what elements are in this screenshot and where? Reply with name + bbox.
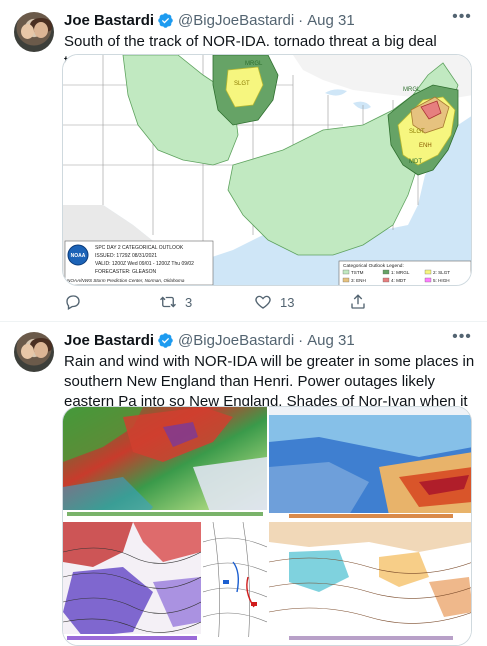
label-slgt-north: SLGT — [234, 81, 250, 87]
tweet-date[interactable]: Aug 31 — [307, 12, 355, 29]
media-image-4[interactable] — [203, 522, 267, 646]
heart-icon — [255, 295, 271, 309]
tweet-1[interactable]: Joe Bastardi @BigJoeBastardi · Aug 31 ••… — [0, 0, 487, 322]
avatar[interactable] — [14, 12, 54, 52]
avatar[interactable] — [14, 332, 54, 372]
author-handle[interactable]: @BigJoeBastardi — [178, 332, 294, 349]
label-enh-east: ENH — [419, 143, 432, 149]
label-mrgl-north: MRGL — [245, 61, 263, 67]
retweet-count: 3 — [185, 294, 193, 310]
author-handle[interactable]: @BigJoeBastardi — [178, 12, 294, 29]
tweet-media-grid — [62, 406, 472, 646]
media-image-1[interactable] — [63, 407, 267, 520]
verified-badge-icon — [158, 12, 173, 28]
tweet-actions: 3 13 — [64, 292, 444, 312]
legend-item: TSTM — [351, 270, 364, 275]
legend-item: 1: MRGL — [391, 270, 410, 275]
legend-title: Categorical Outlook Legend: — [343, 263, 404, 269]
outlook-valid: VALID: 1200Z Wed 09/01 - 1200Z Thu 09/02 — [95, 261, 194, 267]
tweet-header: Joe Bastardi @BigJoeBastardi · Aug 31 — [64, 10, 355, 30]
verified-badge-icon — [158, 332, 173, 348]
outlook-forecaster: FORECASTER: GLEASON — [95, 269, 157, 275]
outlook-agency: NOAA/NWS Storm Prediction Center, Norman… — [67, 278, 185, 283]
tweet-header: Joe Bastardi @BigJoeBastardi · Aug 31 — [64, 330, 355, 350]
media-image-3[interactable] — [63, 522, 201, 646]
media-image-2[interactable] — [269, 407, 472, 520]
separator-dot: · — [298, 11, 304, 29]
outlook-title: SPC DAY 2 CATEGORICAL OUTLOOK — [95, 245, 184, 251]
more-options-icon[interactable]: ••• — [451, 329, 473, 350]
categorical-legend: Categorical Outlook Legend: TSTM 1: MRGL… — [338, 260, 471, 285]
legend-item: 4: MDT — [391, 278, 406, 283]
like-count: 13 — [280, 294, 295, 310]
reply-button[interactable] — [64, 293, 159, 311]
legend-item: 2: SLGT — [433, 270, 450, 275]
reply-icon — [66, 295, 80, 310]
label-mdt-east: MDT — [409, 159, 422, 165]
share-button[interactable] — [349, 293, 444, 311]
more-options-icon[interactable]: ••• — [451, 9, 473, 30]
legend-item: 3: ENH — [351, 278, 366, 283]
like-button[interactable]: 13 — [254, 293, 349, 311]
legend-item: 5: HIGH — [433, 278, 450, 283]
label-slgt-east: SLGT — [409, 129, 425, 135]
outlook-issued: ISSUED: 1729Z 08/31/2021 — [95, 253, 157, 259]
author-name[interactable]: Joe Bastardi — [64, 332, 154, 349]
separator-dot: · — [298, 331, 304, 349]
share-icon — [351, 294, 365, 309]
noaa-logo-text: NOAA — [71, 253, 86, 259]
author-name[interactable]: Joe Bastardi — [64, 12, 154, 29]
tweet-2[interactable]: Joe Bastardi @BigJoeBastardi · Aug 31 ••… — [0, 322, 487, 646]
retweet-icon — [160, 296, 176, 308]
spc-outlook-map: MRGL SLGT MRGL SLGT ENH MDT NOAA SPC DAY… — [63, 55, 471, 285]
label-mrgl-east: MRGL — [403, 87, 421, 93]
media-image-5[interactable] — [269, 522, 472, 646]
tweet-date[interactable]: Aug 31 — [307, 332, 355, 349]
tweet-media-map[interactable]: MRGL SLGT MRGL SLGT ENH MDT NOAA SPC DAY… — [62, 54, 472, 286]
retweet-button[interactable]: 3 — [159, 293, 254, 311]
